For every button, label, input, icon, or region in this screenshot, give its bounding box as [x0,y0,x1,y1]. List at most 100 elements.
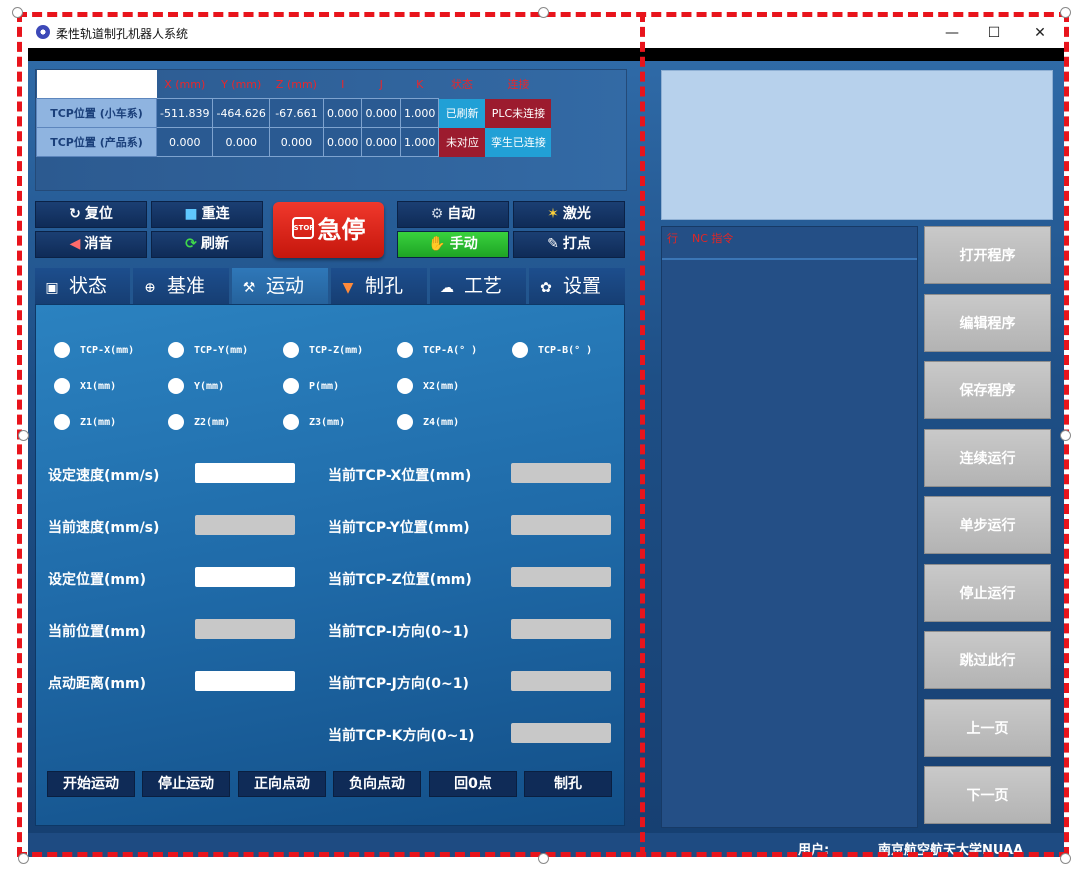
pen-icon: ✎ [547,236,559,252]
radio-dot [168,342,184,358]
axis-radio-x2[interactable]: X2(mm) [397,378,459,394]
robot-icon: ⚙ [430,206,444,222]
reconnect-label: 重连 [201,206,230,222]
edit-program-button[interactable]: 编辑程序 [924,294,1051,352]
axis-label: TCP-X(mm) [80,344,135,356]
home-button[interactable]: 回0点 [429,771,517,797]
table-cell: 0.000 [322,127,363,157]
axis-radio-z1[interactable]: Z1(mm) [54,414,116,430]
table-cell: 1.000 [399,127,440,157]
monitor-icon: ▣ [45,280,59,296]
continuous-run-button[interactable]: 连续运行 [924,429,1051,487]
main-window: X (mm) Y (mm) Z (mm) I J K 状态 连接 TCP位置 (… [28,61,1064,858]
table-cell: 0.000 [361,127,401,157]
emergency-stop-button[interactable]: STOP 急停 [273,202,384,258]
drill-button[interactable]: 制孔 [524,771,612,797]
axis-radio-y[interactable]: Y(mm) [168,378,224,394]
tab-drilling[interactable]: ▼ 制孔 [331,268,427,304]
resize-handle-top-right[interactable] [1060,7,1071,18]
reset-button[interactable]: ↻ 复位 [35,201,147,228]
previous-page-button[interactable]: 上一页 [924,699,1051,757]
manual-button[interactable]: ✋ 手动 [397,231,509,258]
tcp-k-direction-label: 当前TCP-K方向(0~1) [328,728,475,744]
set-position-input[interactable] [195,567,295,587]
auto-button[interactable]: ⚙ 自动 [397,201,509,228]
current-speed-field [195,515,295,535]
laser-button[interactable]: ✶ 激光 [513,201,625,228]
open-program-button[interactable]: 打开程序 [924,226,1051,284]
axis-radio-tcp-z[interactable]: TCP-Z(mm) [283,342,363,358]
mute-button[interactable]: ◀ 消音 [35,231,147,258]
radio-dot [54,378,70,394]
resize-handle-bottom-left[interactable] [18,853,29,864]
resize-handle-bottom[interactable] [538,853,549,864]
reset-label: 复位 [84,206,113,222]
save-program-button[interactable]: 保存程序 [924,361,1051,419]
minimize-button[interactable]: — [934,22,970,44]
crosshair-icon: ⊕ [144,280,156,296]
row-label: TCP位置 (产品系) [36,127,157,157]
tcp-y-position-field [511,515,611,535]
set-speed-input[interactable] [195,463,295,483]
resize-handle-right[interactable] [1060,430,1071,441]
axis-label: TCP-Y(mm) [194,344,249,356]
axis-label: Z1(mm) [80,416,117,428]
status-badge: 已刷新 [438,98,486,128]
axis-label: TCP-B(° ) [538,344,593,356]
tcp-table: X (mm) Y (mm) Z (mm) I J K 状态 连接 TCP位置 (… [36,70,552,157]
maximize-button[interactable]: ☐ [976,22,1012,44]
axis-radio-x1[interactable]: X1(mm) [54,378,116,394]
axis-radio-tcp-x[interactable]: TCP-X(mm) [54,342,134,358]
reconnect-button[interactable]: ■ 重连 [151,201,263,228]
tab-label: 基准 [167,275,206,297]
axis-radio-z2[interactable]: Z2(mm) [168,414,230,430]
title-bar: 柔性轨道制孔机器人系统 — ☐ ✕ [28,18,1064,48]
table-cell: 0.000 [361,98,401,128]
tab-process[interactable]: ☁ 工艺 [430,268,526,304]
tcp-i-direction-label: 当前TCP-I方向(0~1) [328,624,469,640]
arm-icon: ⚒ [242,280,256,296]
tab-settings[interactable]: ✿ 设置 [529,268,625,304]
start-motion-button[interactable]: 开始运动 [47,771,135,797]
radio-dot [397,342,413,358]
axis-radio-tcp-a[interactable]: TCP-A(° ) [397,342,477,358]
axis-radio-tcp-y[interactable]: TCP-Y(mm) [168,342,248,358]
jog-backward-button[interactable]: 负向点动 [333,771,421,797]
resize-handle-bottom-right[interactable] [1060,853,1071,864]
radio-dot [512,342,528,358]
close-button[interactable]: ✕ [1022,22,1058,44]
resize-handle-top[interactable] [538,7,549,18]
jog-distance-input[interactable] [195,671,295,691]
table-row: TCP位置 (小车系) -511.839 -464.626 -67.661 0.… [36,98,552,128]
nc-program-list[interactable]: 行 NC 指令 [661,226,918,828]
nc-list-header: 行 NC 指令 [662,227,917,260]
column-header: J [379,77,383,91]
axis-radio-z4[interactable]: Z4(mm) [397,414,459,430]
gear-icon: ✿ [540,280,552,296]
stop-motion-button[interactable]: 停止运动 [142,771,230,797]
radio-dot [397,378,413,394]
axis-radio-tcp-b[interactable]: TCP-B(° ) [512,342,592,358]
tab-label: 工艺 [464,275,503,297]
radio-dot [54,342,70,358]
tab-status[interactable]: ▣ 状态 [35,268,130,304]
axis-radio-p[interactable]: P(mm) [283,378,339,394]
refresh-button[interactable]: ⟳ 刷新 [151,231,263,258]
speaker-icon: ◀ [69,236,81,252]
skip-line-button[interactable]: 跳过此行 [924,631,1051,689]
table-corner [36,70,157,99]
point-button[interactable]: ✎ 打点 [513,231,625,258]
preview-panel [661,70,1053,220]
tab-label: 状态 [69,275,108,297]
resize-handle-left[interactable] [18,430,29,441]
axis-radio-z3[interactable]: Z3(mm) [283,414,345,430]
refresh-icon: ↻ [69,206,81,222]
tab-motion[interactable]: ⚒ 运动 [232,268,328,304]
jog-forward-button[interactable]: 正向点动 [238,771,326,797]
stop-run-button[interactable]: 停止运行 [924,564,1051,622]
next-page-button[interactable]: 下一页 [924,766,1051,824]
tab-datum[interactable]: ⊕ 基准 [133,268,229,304]
resize-handle-top-left[interactable] [12,7,23,18]
cloud-icon: ☁ [440,280,454,296]
single-step-button[interactable]: 单步运行 [924,496,1051,554]
